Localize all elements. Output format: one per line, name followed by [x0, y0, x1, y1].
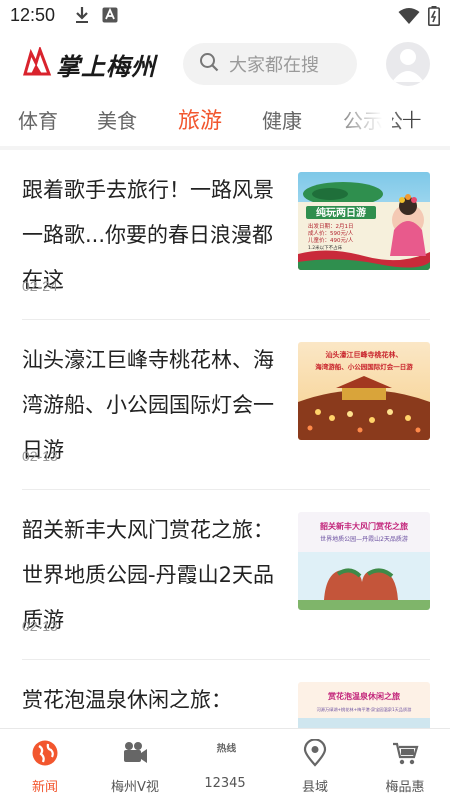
news-list: 跟着歌手去旅行！一路风景一路歌...你要的春日浪漫都在这 02-24 纯玩两日游 — [0, 150, 450, 728]
news-date: 02-24 — [22, 278, 58, 294]
thumb-line: 儿童价：490元/人 — [308, 236, 354, 244]
news-item[interactable]: 汕头濠江巨峰寺桃花林、海湾游船、小公园国际灯会一日游 02-13 汕头濠江巨峰寺… — [0, 320, 450, 490]
logo-text: 掌上梅州 — [56, 51, 156, 81]
shopping-cart-icon — [391, 739, 419, 767]
news-thumbnail: 赏花泡温泉休闲之旅 河源万绿湖+桃花林+梅平港·泉宝园温泉1天品质游 — [298, 682, 430, 728]
news-title: 跟着歌手去旅行！一路风景一路歌...你要的春日浪漫都在这 — [22, 178, 274, 292]
news-item[interactable]: 赏花泡温泉休闲之旅： 赏花泡温泉休闲之旅 河源万绿湖+桃花林+梅平港·泉宝园温泉… — [0, 660, 450, 728]
bottom-navigation: 新闻 梅州V视 热线 12345 县域 梅品惠 — [0, 728, 450, 797]
nav-news[interactable]: 新闻 — [0, 729, 90, 797]
download-icon — [74, 6, 90, 28]
thumb-heading: 纯玩两日游 — [316, 206, 366, 219]
thumb-line: 1.2米以下不占床 — [308, 244, 343, 251]
nav-shop[interactable]: 梅品惠 — [360, 729, 450, 797]
news-item[interactable]: 韶关新丰大风门赏花之旅：世界地质公园-丹霞山2天品质游 02-13 韶关新丰大风… — [0, 490, 450, 660]
search-bar[interactable]: 大家都在搜 — [183, 43, 357, 85]
user-avatar[interactable] — [386, 42, 430, 86]
thumb-heading: 韶关新丰大风门赏花之旅 — [320, 521, 408, 531]
tab-food[interactable]: 美食 — [97, 105, 137, 134]
app-header: 掌上梅州 大家都在搜 — [0, 34, 450, 96]
search-placeholder: 大家都在搜 — [229, 55, 319, 76]
tab-travel[interactable]: 旅游 — [178, 103, 222, 135]
news-title: 韶关新丰大风门赏花之旅：世界地质公园-丹霞山2天品质游 — [22, 518, 274, 632]
thumb-line: 出发日期：2月1日 — [308, 222, 354, 230]
nav-label: 梅品惠 — [385, 780, 425, 795]
thumb-line: 世界地质公园—丹霞山2天品质游 — [320, 535, 408, 543]
news-date: 02-13 — [22, 618, 58, 634]
news-item[interactable]: 跟着歌手去旅行！一路风景一路歌...你要的春日浪漫都在这 02-24 纯玩两日游 — [0, 150, 450, 320]
logo-flame-icon — [22, 45, 52, 81]
nav-label: 12345 — [204, 776, 246, 791]
category-tabs: 体育 美食 旅游 健康 公示公 + — [0, 96, 450, 146]
nav-hotline[interactable]: 热线 12345 — [180, 729, 270, 797]
news-title: 汕头濠江巨峰寺桃花林、海湾游船、小公园国际灯会一日游 — [22, 348, 274, 462]
thumb-heading: 赏花泡温泉休闲之旅 — [328, 691, 400, 701]
battery-icon — [428, 6, 440, 30]
nav-county[interactable]: 县域 — [270, 729, 360, 797]
search-icon — [199, 52, 219, 76]
news-thumbnail: 韶关新丰大风门赏花之旅 世界地质公园—丹霞山2天品质游 — [298, 512, 430, 610]
globe-icon — [31, 739, 59, 767]
nav-label: 梅州V视 — [111, 780, 159, 795]
svg-text:热线: 热线 — [217, 742, 237, 755]
news-date: 02-13 — [22, 448, 58, 464]
thumb-heading: 汕头濠江巨峰寺桃花林、 — [326, 350, 403, 359]
tab-sports[interactable]: 体育 — [18, 105, 58, 134]
text-a-icon — [102, 7, 118, 27]
video-camera-icon — [121, 739, 149, 767]
nav-label: 新闻 — [31, 780, 58, 795]
tab-health[interactable]: 健康 — [262, 105, 302, 134]
thumb-line: 海湾游船、小公园国际灯会一日游 — [315, 362, 413, 371]
wifi-icon — [398, 7, 420, 29]
nav-video[interactable]: 梅州V视 — [90, 729, 180, 797]
news-thumbnail: 纯玩两日游 出发日期：2月1日 成人价：590元/人 儿童价：490元/人 1.… — [298, 172, 430, 270]
news-title: 赏花泡温泉休闲之旅： — [22, 688, 232, 712]
hotline-icon: 热线 — [211, 739, 239, 767]
user-icon — [386, 42, 430, 86]
status-bar: 12:50 — [0, 0, 450, 34]
news-thumbnail: 汕头濠江巨峰寺桃花林、 海湾游船、小公园国际灯会一日游 — [298, 342, 430, 440]
thumb-line: 河源万绿湖+桃花林+梅平港·泉宝园温泉1天品质游 — [317, 706, 413, 713]
add-tab-button[interactable]: + — [400, 102, 423, 135]
app-logo[interactable]: 掌上梅州 — [22, 45, 156, 82]
thumb-line: 成人价：590元/人 — [308, 229, 354, 237]
nav-label: 县域 — [301, 780, 328, 795]
status-time: 12:50 — [10, 5, 56, 25]
location-pin-icon — [301, 739, 329, 767]
